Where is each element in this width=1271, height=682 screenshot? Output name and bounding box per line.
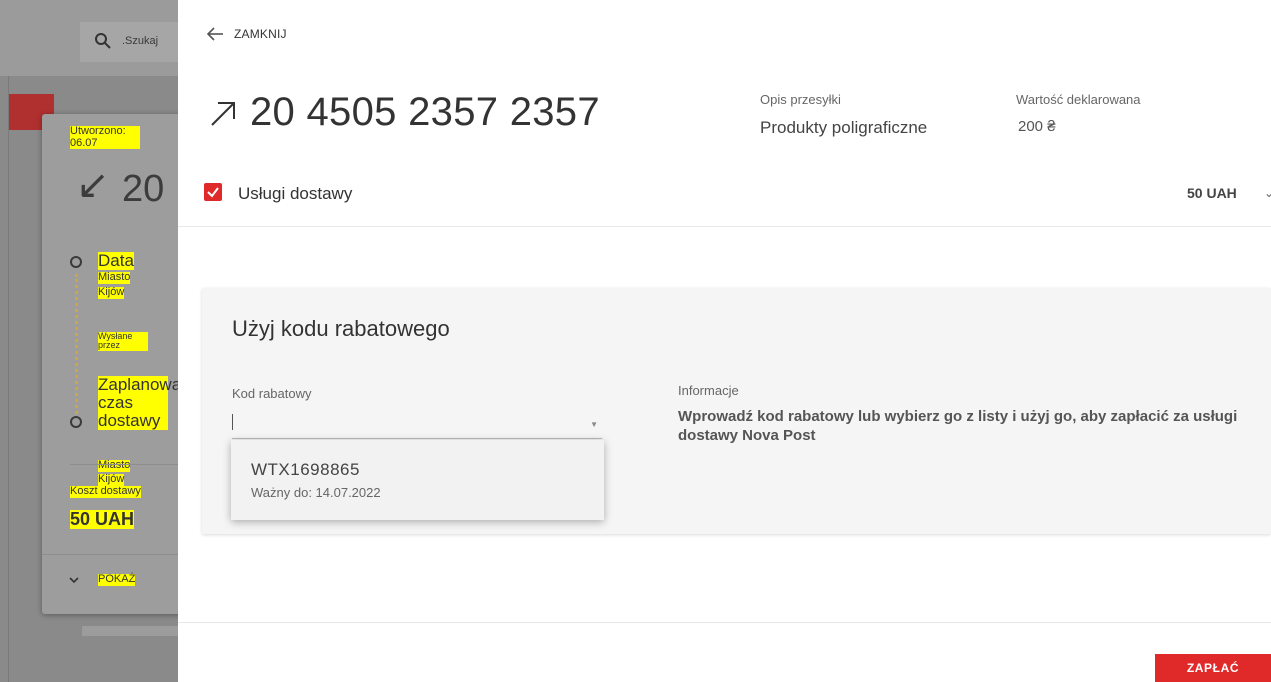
dropdown-option[interactable]: WTX1698865 Ważny do: 14.07.2022 <box>231 440 604 520</box>
timeline-city-label: Miasto <box>98 271 131 284</box>
discount-code-dropdown: WTX1698865 Ważny do: 14.07.2022 <box>231 440 604 520</box>
delivery-cost-label: Koszt dostawy <box>70 485 141 498</box>
created-date: Utworzono: 06.07 <box>70 125 140 150</box>
services-checkbox[interactable] <box>204 183 222 201</box>
option-validity: Ważny do: 14.07.2022 <box>251 485 381 500</box>
timeline-planned-delivery: Zaplanowany czas dostawy <box>98 375 200 430</box>
tracking-header: 20 4505 2357 2357 <box>208 90 600 135</box>
checkmark-icon <box>207 187 219 198</box>
discount-title: Użyj kodu rabatowego <box>232 316 450 341</box>
timeline-end-dot <box>70 416 82 428</box>
description-label: Opis przesyłki <box>760 92 841 107</box>
background-divider <box>8 76 9 682</box>
chevron-down-icon[interactable]: ⌄ <box>1264 186 1271 200</box>
timeline-line <box>75 274 81 414</box>
option-code: WTX1698865 <box>251 460 360 479</box>
discount-code-input[interactable]: ▼ <box>232 408 602 439</box>
divider <box>178 226 1271 227</box>
chevron-down-icon <box>69 577 79 584</box>
background-tracking-number: 20 <box>122 168 165 210</box>
services-price: 50 UAH <box>1187 185 1237 201</box>
shipment-detail-panel: ZAMKNIJ 20 4505 2357 2357 Opis przesyłki… <box>178 0 1271 682</box>
dropdown-caret-icon[interactable]: ▼ <box>590 420 598 429</box>
arrow-left-icon <box>206 27 223 41</box>
show-more-link: POKAŻ <box>98 573 136 586</box>
timeline-city-value: Kijów <box>98 286 125 299</box>
description-value: Produkty poligraficzne <box>760 118 928 137</box>
incoming-arrow-icon: ↙ <box>76 163 110 207</box>
timeline-start-dot <box>70 256 82 268</box>
background-scrollbar <box>82 626 178 636</box>
delivery-cost-value: 50 UAH <box>70 509 135 529</box>
info-text: Wprowadź kod rabatowy lub wybierz go z l… <box>678 408 1238 444</box>
timeline-city-label-2: Miasto <box>98 459 131 472</box>
declared-value-label: Wartość deklarowana <box>1016 92 1141 107</box>
text-cursor <box>232 414 233 430</box>
background-search-placeholder: .Szukaj <box>122 35 159 47</box>
info-label: Informacje <box>678 383 739 398</box>
search-icon <box>95 33 111 49</box>
timeline-city-value-2: Kijów <box>98 473 125 486</box>
discount-code-label: Kod rabatowy <box>232 386 312 401</box>
timeline-sent-by: Wysłane przez <box>98 331 148 351</box>
outgoing-arrow-icon <box>211 101 235 126</box>
declared-value: 200 ₴ <box>1018 118 1056 135</box>
close-label: ZAMKNIJ <box>234 27 287 41</box>
delivery-services-row[interactable]: Usługi dostawy 50 UAH ⌄ <box>204 180 1271 210</box>
services-label: Usługi dostawy <box>238 184 353 203</box>
close-button[interactable]: ZAMKNIJ <box>206 26 287 42</box>
pay-button[interactable]: ZAPŁAĆ <box>1155 654 1271 682</box>
tracking-number: 20 4505 2357 2357 <box>250 90 600 134</box>
footer-divider <box>178 622 1271 623</box>
timeline-date-label: Data <box>98 251 134 270</box>
